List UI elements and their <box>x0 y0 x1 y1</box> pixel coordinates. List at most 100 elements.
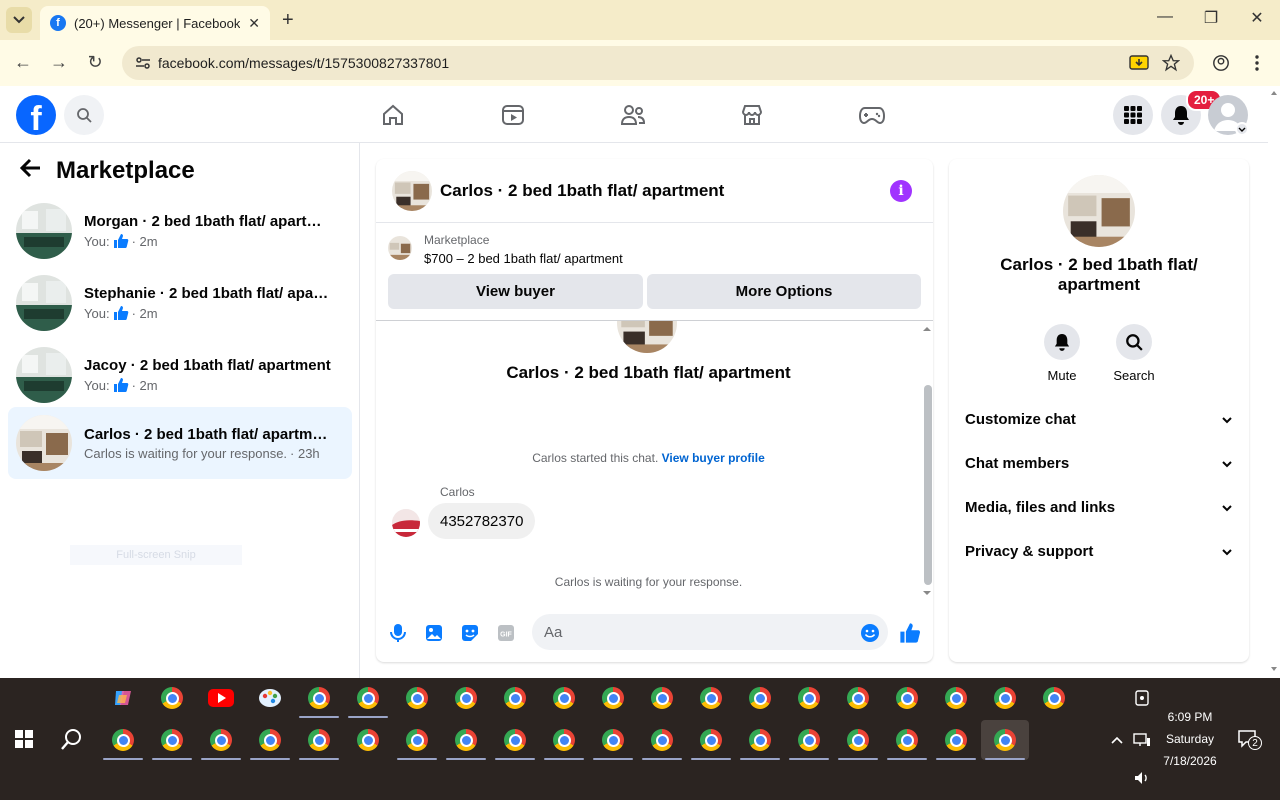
chrome-profile-icon[interactable] <box>891 682 923 714</box>
chrome-window-icon[interactable] <box>156 724 188 756</box>
chrome-profile-icon[interactable] <box>597 682 629 714</box>
chrome-window-icon[interactable] <box>842 724 874 756</box>
view-buyer-profile-link[interactable]: View buyer profile <box>662 451 765 465</box>
chrome-profile-icon[interactable] <box>499 682 531 714</box>
photo-icon[interactable] <box>423 622 445 644</box>
search-icon[interactable] <box>1116 324 1152 360</box>
tab-search-button[interactable] <box>6 7 32 33</box>
chrome-window-icon[interactable] <box>548 724 580 756</box>
clock-time[interactable]: 6:09 PM <box>1140 710 1240 724</box>
new-tab-button[interactable]: + <box>282 9 294 32</box>
browser-tab[interactable]: f (20+) Messenger | Facebook ✕ <box>40 6 270 40</box>
chat-title[interactable]: Carlos · 2 bed 1bath flat/ apartment <box>440 181 724 201</box>
view-buyer-button[interactable]: View buyer <box>388 274 643 309</box>
message-bubble[interactable]: 4352782370 <box>428 503 536 539</box>
sender-avatar[interactable] <box>392 509 420 537</box>
message-input[interactable]: Aa <box>532 614 888 650</box>
scroll-up-icon[interactable] <box>921 325 933 333</box>
youtube-icon[interactable] <box>205 682 237 714</box>
privacy-support-section[interactable]: Privacy & support <box>965 543 1233 560</box>
site-info-icon[interactable] <box>134 54 152 72</box>
chrome-window-icon[interactable] <box>940 724 972 756</box>
profile-icon[interactable] <box>1210 52 1232 74</box>
clock-date[interactable]: 7/18/2026 <box>1140 754 1240 768</box>
bookmark-star-icon[interactable] <box>1160 52 1182 74</box>
reload-button[interactable]: ↻ <box>84 52 106 73</box>
chat-thumbnail[interactable] <box>392 170 432 211</box>
chrome-profile-icon[interactable] <box>1038 682 1070 714</box>
chrome-window-icon[interactable] <box>744 724 776 756</box>
tab-close-icon[interactable]: ✕ <box>248 15 260 32</box>
chrome-window-icon[interactable] <box>401 724 433 756</box>
chrome-window-icon[interactable] <box>303 682 335 714</box>
chat-members-section[interactable]: Chat members <box>965 455 1233 472</box>
chrome-window-icon[interactable] <box>793 724 825 756</box>
conversation-item[interactable]: Jacoy · 2 bed 1bath flat/ apartment You:… <box>8 339 352 411</box>
back-button[interactable]: ← <box>12 52 34 73</box>
chrome-profile-icon[interactable] <box>156 682 188 714</box>
chrome-profile-icon[interactable] <box>548 682 580 714</box>
chrome-window-icon[interactable] <box>646 724 678 756</box>
address-bar[interactable]: facebook.com/messages/t/1575300827337801 <box>122 46 1194 80</box>
chrome-profile-icon[interactable] <box>450 682 482 714</box>
account-chevron-icon[interactable] <box>1235 122 1249 136</box>
scroll-up-icon[interactable] <box>1268 88 1280 98</box>
page-scrollbar[interactable] <box>1268 86 1280 678</box>
chrome-profile-icon[interactable] <box>989 682 1021 714</box>
chrome-profile-icon[interactable] <box>352 724 384 756</box>
chrome-profile-icon[interactable] <box>940 682 972 714</box>
conversation-item[interactable]: Morgan · 2 bed 1bath flat/ apartment You… <box>8 195 352 267</box>
chrome-profile-icon[interactable] <box>744 682 776 714</box>
chrome-profile-icon[interactable] <box>401 682 433 714</box>
more-options-button[interactable]: More Options <box>647 274 921 309</box>
back-arrow-icon[interactable] <box>19 157 42 185</box>
chrome-profile-icon[interactable] <box>842 682 874 714</box>
facebook-search-button[interactable] <box>64 95 104 135</box>
forward-button[interactable]: → <box>48 52 70 73</box>
notification-center-icon[interactable]: 2 <box>1232 723 1264 755</box>
chrome-window-icon[interactable] <box>205 724 237 756</box>
chrome-window-icon[interactable] <box>450 724 482 756</box>
microphone-icon[interactable] <box>387 622 409 644</box>
mute-action[interactable]: Mute <box>1032 324 1092 383</box>
chrome-window-icon[interactable] <box>254 724 286 756</box>
restore-button[interactable]: ❐ <box>1196 8 1226 28</box>
bell-icon[interactable] <box>1044 324 1080 360</box>
sticker-icon[interactable] <box>459 622 481 644</box>
scrollbar-thumb[interactable] <box>924 385 932 585</box>
conversation-info-icon[interactable]: i <box>890 180 912 202</box>
browser-menu-icon[interactable] <box>1246 52 1268 74</box>
media-files-section[interactable]: Media, files and links <box>965 499 1233 516</box>
friends-nav-icon[interactable] <box>618 100 648 130</box>
customize-chat-section[interactable]: Customize chat <box>965 411 1233 428</box>
scroll-down-icon[interactable] <box>1268 664 1280 674</box>
chrome-window-active[interactable] <box>981 720 1029 760</box>
clock-day[interactable]: Saturday <box>1140 732 1240 746</box>
search-button[interactable] <box>56 723 88 755</box>
gif-icon[interactable]: GIF <box>495 622 517 644</box>
chrome-window-icon[interactable] <box>352 682 384 714</box>
listing-price-title[interactable]: $700 – 2 bed 1bath flat/ apartment <box>424 251 623 266</box>
chrome-window-icon[interactable] <box>499 724 531 756</box>
chrome-profile-icon[interactable] <box>646 682 678 714</box>
search-action[interactable]: Search <box>1104 324 1164 383</box>
close-window-button[interactable]: ✕ <box>1242 8 1272 28</box>
chrome-window-icon[interactable] <box>891 724 923 756</box>
scroll-down-icon[interactable] <box>921 589 933 597</box>
chat-scrollbar[interactable] <box>921 323 933 601</box>
home-nav-icon[interactable] <box>378 100 408 130</box>
chrome-profile-icon[interactable] <box>695 682 727 714</box>
marketplace-nav-icon[interactable] <box>737 100 767 130</box>
gaming-nav-icon[interactable] <box>857 100 887 130</box>
conversation-item-active[interactable]: Carlos · 2 bed 1bath flat/ apartment Car… <box>8 407 352 479</box>
menu-grid-button[interactable] <box>1113 95 1153 135</box>
chrome-window-icon[interactable] <box>107 724 139 756</box>
thumbs-up-send-icon[interactable] <box>899 622 921 644</box>
chrome-window-icon[interactable] <box>695 724 727 756</box>
chrome-profile-icon[interactable] <box>793 682 825 714</box>
minimize-button[interactable]: — <box>1150 8 1180 26</box>
copilot-icon[interactable] <box>107 682 139 714</box>
paint-icon[interactable] <box>254 682 286 714</box>
start-button[interactable] <box>8 723 40 755</box>
chrome-window-icon[interactable] <box>303 724 335 756</box>
